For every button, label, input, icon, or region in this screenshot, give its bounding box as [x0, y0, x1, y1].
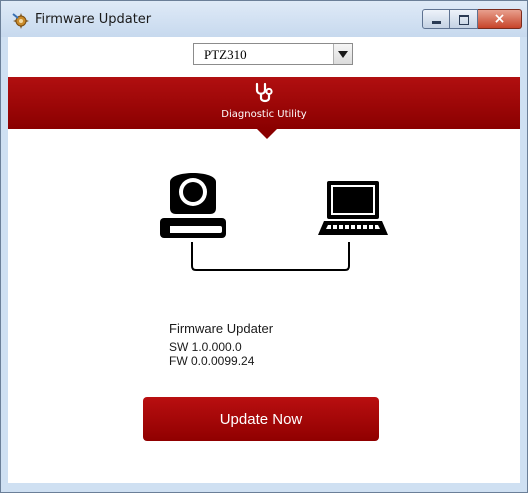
app-window: Firmware Updater × PTZ310 Diagnostic Uti…: [0, 0, 528, 493]
minimize-button[interactable]: [422, 9, 450, 29]
laptop-icon: [318, 181, 388, 235]
firmware-version: FW 0.0.0099.24: [169, 354, 255, 368]
app-gear-icon: [12, 13, 29, 29]
info-title: Firmware Updater: [169, 321, 274, 336]
window-controls: ×: [422, 9, 522, 29]
software-version: SW 1.0.000.0: [169, 340, 242, 354]
close-icon: ×: [493, 11, 506, 27]
close-button[interactable]: ×: [478, 9, 522, 29]
update-now-button[interactable]: Update Now: [143, 397, 379, 441]
stethoscope-icon: [255, 82, 273, 103]
window-title: Firmware Updater: [35, 12, 152, 27]
window-bottom-border: [8, 483, 520, 487]
device-model-value: PTZ310: [204, 47, 247, 62]
title-bar[interactable]: Firmware Updater ×: [1, 1, 527, 37]
banner-pointer: [257, 129, 277, 139]
minimize-icon: [432, 21, 441, 24]
maximize-button[interactable]: [450, 9, 478, 29]
connection-line: [191, 242, 350, 271]
firmware-info: Firmware Updater SW 1.0.000.0 FW 0.0.009…: [169, 321, 273, 368]
ptz-camera-icon: [160, 173, 226, 238]
chevron-down-icon[interactable]: [333, 44, 352, 64]
diagnostic-utility-banner[interactable]: Diagnostic Utility: [8, 77, 520, 129]
client-area: PTZ310 Diagnostic Utility Firmware Updat…: [8, 37, 520, 487]
maximize-icon: [459, 15, 469, 25]
banner-label: Diagnostic Utility: [221, 109, 307, 120]
device-model-select[interactable]: PTZ310: [193, 43, 353, 65]
